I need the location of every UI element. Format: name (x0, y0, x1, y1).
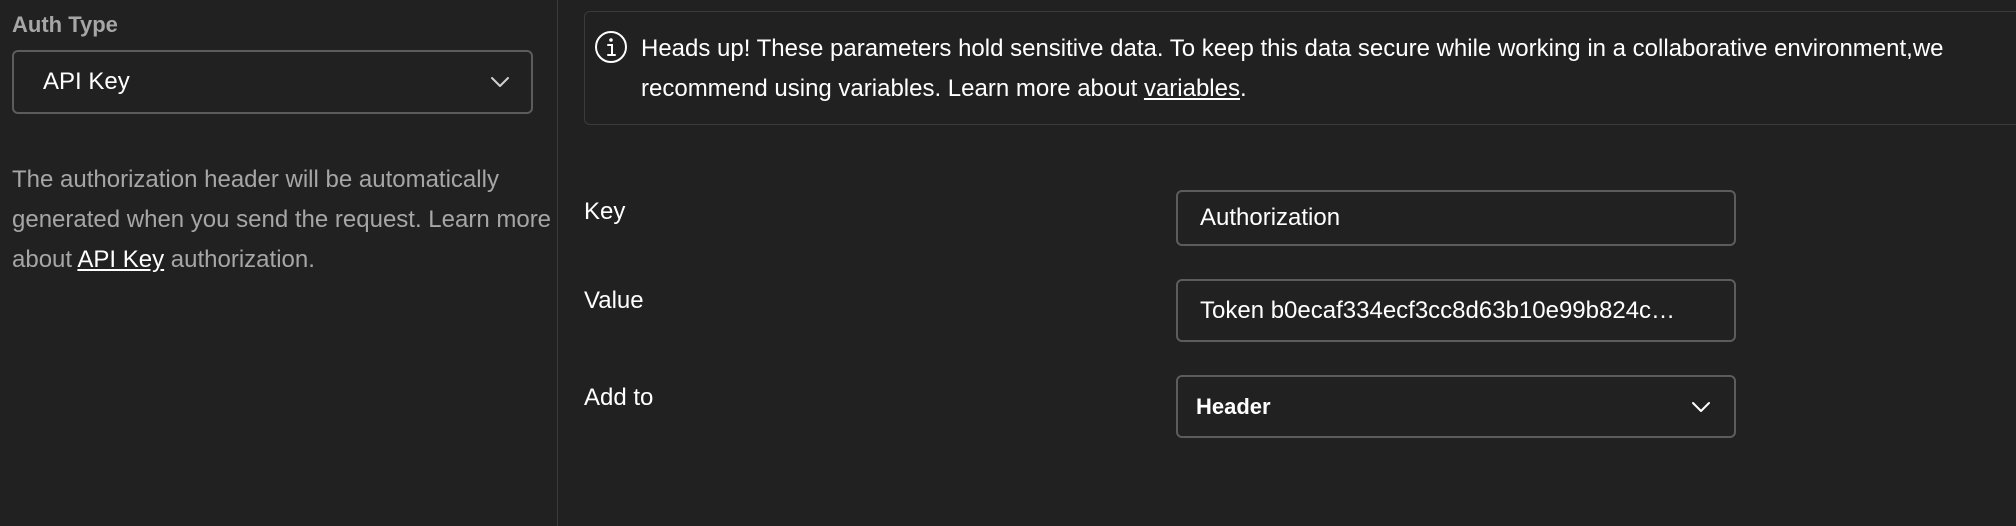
auth-type-dropdown[interactable]: API Key (12, 50, 533, 114)
auth-type-panel: Auth Type API Key The authorization head… (0, 0, 558, 526)
add-to-dropdown[interactable]: Header (1176, 375, 1736, 438)
alert-message: Heads up! These parameters hold sensitiv… (641, 29, 1991, 109)
auth-help-text-suffix: authorization. (164, 246, 315, 273)
value-label: Value (584, 287, 644, 314)
add-to-selected-value: Header (1196, 393, 1271, 419)
auth-settings-view: Auth Type API Key The authorization head… (0, 0, 2016, 526)
value-input-value: Token b0ecaf334ecf3cc8d63b10e99b824c… (1200, 296, 1676, 324)
alert-message-prefix: Heads up! These parameters hold sensitiv… (641, 35, 1944, 102)
chevron-down-icon (489, 71, 511, 93)
variables-doc-link[interactable]: variables (1144, 75, 1240, 102)
key-input[interactable]: Authorization (1176, 190, 1736, 246)
key-label: Key (584, 198, 626, 225)
auth-help-text: The authorization header will be automat… (12, 160, 552, 280)
chevron-down-icon (1690, 396, 1712, 418)
info-circle-icon (594, 30, 628, 64)
add-to-label: Add to (584, 384, 654, 411)
auth-type-label: Auth Type (12, 12, 118, 37)
api-key-doc-link[interactable]: API Key (77, 246, 164, 273)
value-input[interactable]: Token b0ecaf334ecf3cc8d63b10e99b824c… (1176, 279, 1736, 342)
auth-type-selected-value: API Key (43, 68, 130, 95)
alert-message-suffix: . (1239, 75, 1247, 102)
sensitive-data-alert: Heads up! These parameters hold sensitiv… (584, 11, 2016, 125)
key-input-value: Authorization (1200, 204, 1341, 231)
